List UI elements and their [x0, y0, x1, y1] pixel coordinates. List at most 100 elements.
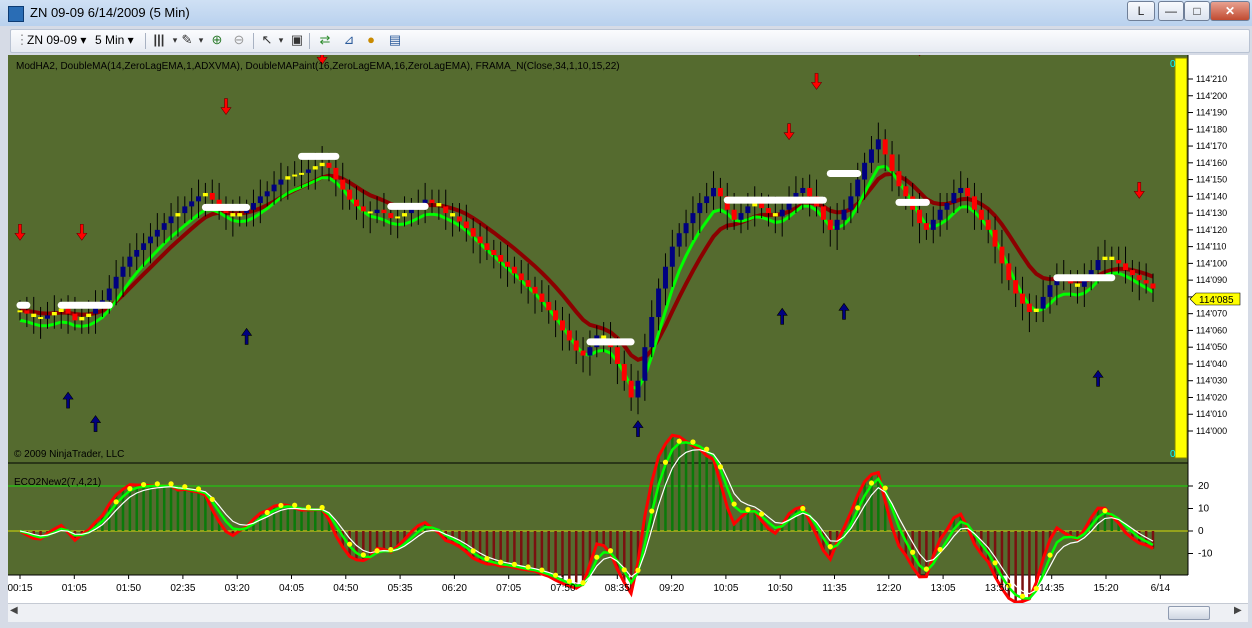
osc-dot [539, 567, 545, 573]
candle-body [1040, 296, 1046, 309]
x-tick-label: 14:35 [1039, 583, 1064, 594]
scroll-thumb[interactable] [1168, 606, 1210, 620]
candle-body [278, 179, 284, 185]
candle-body [848, 196, 854, 210]
data-box-icon[interactable]: ▣ [289, 32, 305, 48]
candle-body [614, 347, 620, 364]
zoom-in-icon[interactable]: ⊕ [209, 32, 225, 48]
horizontal-scrollbar[interactable]: ◀ ▶ [8, 603, 1248, 622]
candle-body [525, 280, 531, 287]
y-tick-label: 114'120 [1196, 225, 1227, 235]
osc-dot [800, 505, 806, 512]
osc-dot [676, 438, 682, 444]
osc-dot [305, 504, 311, 510]
candle-body [312, 166, 318, 170]
x-tick-label: 07:50 [550, 583, 575, 594]
osc-dot [607, 548, 614, 554]
properties-icon[interactable]: ▤ [387, 32, 403, 48]
x-tick-label: 01:50 [116, 583, 141, 594]
minimize-button[interactable]: — [1158, 1, 1184, 21]
y-tick-label: 114'040 [1196, 359, 1227, 369]
candle-body [1116, 260, 1122, 264]
candle-body [855, 179, 861, 197]
chart-canvas[interactable]: 0 0 114'210 114'200 114'190 114'180 114'170 1… [7, 39, 1248, 604]
candle-body [834, 219, 840, 230]
instrument-selector[interactable]: ZN 09-09 ▾ [27, 33, 86, 47]
candle-body [79, 317, 85, 321]
candle-body [965, 187, 971, 197]
candle-body [546, 301, 552, 311]
osc-dot [525, 564, 531, 570]
candle-body [903, 186, 909, 197]
toolbar-separator [253, 33, 254, 49]
candle-body [395, 216, 401, 219]
candle-body [772, 213, 778, 217]
toolbar-separator [309, 33, 310, 49]
candle-body [374, 209, 380, 214]
candle-body [292, 174, 298, 177]
candle-body [676, 233, 682, 247]
osc-dot [594, 554, 600, 560]
candle-body [580, 350, 586, 356]
candle-body [182, 206, 188, 214]
y-tick-label: 114'070 [1196, 309, 1227, 319]
chevron-down-icon[interactable]: ▾ [193, 32, 209, 48]
maximize-button[interactable]: □ [1184, 1, 1210, 21]
candle-body [573, 340, 579, 351]
y-tick-label: 114'010 [1196, 409, 1227, 419]
candle-body [662, 266, 668, 289]
chart-area[interactable]: 0 0 114'210 114'200 114'190 114'180 114'170 1… [7, 39, 1248, 608]
candle-body [31, 313, 37, 318]
bar-type-icon[interactable]: ||| [151, 32, 167, 48]
osc-dot [154, 481, 160, 487]
candle-body [230, 213, 236, 217]
candle-body [402, 213, 408, 217]
copyright-label: © 2009 NinjaTrader, LLC [14, 449, 124, 460]
money-icon[interactable]: ● [363, 32, 379, 48]
candle-body [443, 206, 449, 214]
candle-body [1095, 260, 1101, 271]
scale-bar[interactable] [1174, 57, 1188, 459]
osc-dot [731, 501, 737, 507]
candle-body [250, 203, 256, 210]
osc-dot [1047, 552, 1053, 558]
y-tick-label: 114'160 [1196, 158, 1227, 168]
candle-body [532, 286, 538, 294]
osc-dot [1102, 508, 1108, 514]
candle-body [72, 313, 78, 321]
candle-body [683, 223, 689, 234]
candle-body [566, 330, 572, 341]
close-button[interactable]: ✕ [1210, 1, 1250, 21]
candle-body [264, 191, 270, 197]
candle-body [422, 199, 428, 204]
x-tick-label: 00:15 [8, 583, 33, 594]
candle-body [196, 196, 202, 202]
zoom-out-icon[interactable]: ⊖ [231, 32, 247, 48]
candle-body [113, 276, 119, 289]
candle-body [875, 139, 881, 150]
scroll-right-icon[interactable]: ▶ [1234, 605, 1242, 616]
candle-body [731, 209, 737, 220]
app-icon [8, 6, 24, 22]
chart-toolbar: ⋮ ZN 09-09 ▾ 5 Min ▾ ||| ▾ ✎ ▾ ⊕ ⊖ ↖ ▾ ▣… [10, 29, 1250, 53]
interval-selector[interactable]: 5 Min ▾ [95, 33, 134, 47]
candle-body [175, 213, 181, 217]
candle-body [209, 192, 215, 200]
scroll-left-icon[interactable]: ◀ [10, 605, 18, 616]
candle-body [237, 213, 243, 217]
legend-button[interactable]: L [1127, 1, 1155, 21]
chevron-down-icon[interactable]: ▾ [273, 32, 289, 48]
y-tick-label: 114'020 [1196, 392, 1227, 402]
title-bar: ZN 09-09 6/14/2009 (5 Min) L — □ ✕ [0, 0, 1252, 26]
candle-body [202, 192, 208, 197]
candle-body [120, 266, 126, 277]
candle-body [800, 187, 806, 193]
indicators-icon[interactable]: ⊿ [341, 32, 357, 48]
x-tick-label: 10:50 [768, 583, 793, 594]
y-tick-label: 114'190 [1196, 108, 1227, 118]
osc-dot [635, 567, 641, 573]
candle-body [642, 347, 648, 381]
strategies-icon[interactable]: ⇄ [317, 32, 333, 48]
candle-body [456, 216, 462, 222]
osc-dot [374, 548, 380, 554]
